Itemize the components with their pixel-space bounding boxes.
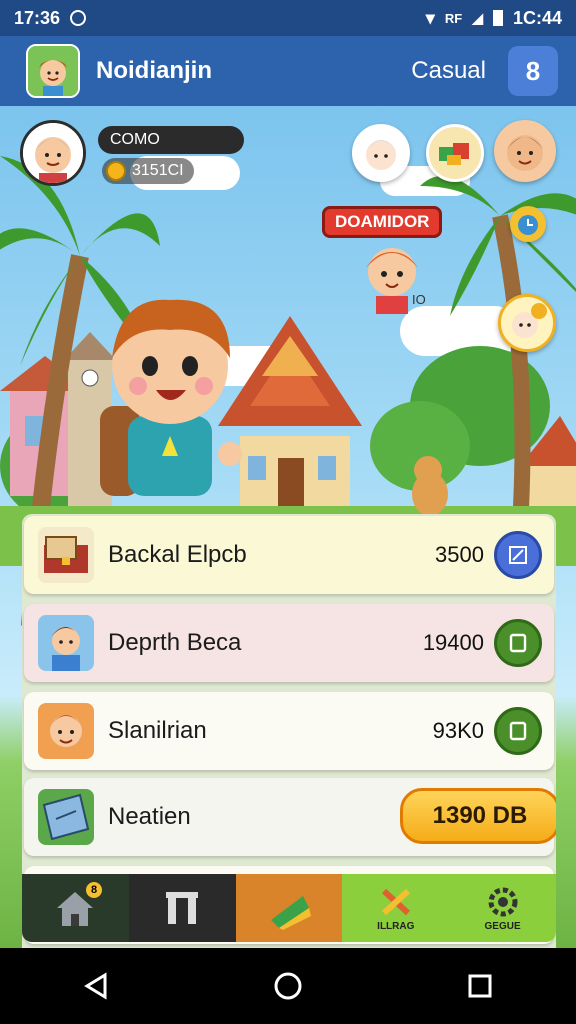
edit-icon (509, 546, 527, 564)
nav-home[interactable]: 8 (22, 874, 129, 942)
home-circle-icon[interactable] (273, 971, 303, 1001)
item-name: Deprth Beca (108, 629, 242, 656)
nav-label: GEGUE (484, 920, 521, 932)
edit-button[interactable] (494, 531, 542, 579)
reward-avatar[interactable] (498, 294, 556, 352)
nav-badge: 8 (86, 882, 102, 898)
card-icon (509, 721, 527, 741)
event-banner[interactable]: DOAMIDOR (322, 206, 443, 238)
scene-label: IO (412, 292, 426, 307)
coin-count: 3151CI (132, 162, 184, 179)
friend-avatar[interactable] (352, 124, 410, 182)
system-nav-bar (0, 948, 576, 1024)
nav-settings[interactable]: GEGUE (449, 874, 556, 942)
back-icon[interactable] (81, 971, 111, 1001)
flag-icon (270, 896, 311, 930)
confirm-button[interactable] (494, 707, 542, 755)
notification-icon (70, 10, 87, 26)
coin-icon (106, 161, 126, 181)
card-icon (509, 633, 527, 653)
level-badge[interactable]: 8 (508, 46, 558, 96)
item-name: Slanilrian (108, 717, 207, 744)
friend-avatar[interactable] (494, 120, 556, 182)
list-item[interactable]: Backal Elpcb 3500 (24, 516, 554, 594)
item-price: 19400 (422, 630, 484, 655)
player-coins: 3151CI (102, 158, 194, 184)
app-bar: Noidianjin Casual 8 (0, 36, 576, 106)
gift-bundle-icon[interactable] (426, 124, 484, 182)
signal-icon: ◢ (472, 9, 483, 26)
character-thumbnail (38, 703, 94, 759)
alarm-icon[interactable] (510, 206, 546, 242)
list-item[interactable]: Deprth Beca 19400 (24, 604, 554, 682)
network-indicator: RF (444, 10, 463, 26)
nav-label: ILLRAG (377, 920, 415, 932)
item-name: Backal Elpcb (108, 541, 247, 568)
status-clock-right: 1C:44 (512, 7, 562, 28)
player-name: COMO (98, 126, 244, 154)
item-price: 93K0 (432, 718, 484, 743)
bottom-nav: 8 ILLRAG GEGUE (22, 874, 556, 942)
recents-icon[interactable] (465, 971, 495, 1001)
game-scene: COMO 3151CI DOAMIDOR IO Backal Elpcb 350… (0, 106, 576, 948)
gear-icon (488, 887, 518, 916)
app-category[interactable]: Casual (411, 57, 486, 85)
chest-thumbnail (38, 527, 94, 583)
status-time: 17:36 (14, 7, 61, 28)
nav-gate[interactable] (128, 874, 236, 942)
battery-icon (492, 10, 503, 26)
wifi-icon: ▾ (425, 7, 435, 28)
list-item[interactable]: Neatien 1390 DB (24, 778, 556, 856)
tools-icon (381, 888, 410, 915)
status-bar: 17:36 ▾ RF ◢ 1C:44 (0, 0, 576, 36)
buy-button[interactable]: 1390 DB (400, 788, 556, 844)
list-item[interactable]: Slanilrian 93K0 (24, 692, 554, 770)
gate-icon (166, 892, 199, 924)
nav-flag[interactable] (235, 874, 343, 942)
item-price: 3500 (435, 542, 484, 567)
hero-character[interactable] (90, 286, 260, 516)
app-icon[interactable] (26, 44, 80, 98)
nav-tools[interactable]: ILLRAG (342, 874, 450, 942)
player-avatar[interactable] (20, 120, 86, 186)
confirm-button[interactable] (494, 619, 542, 667)
book-thumbnail (38, 789, 94, 845)
character-thumbnail (38, 615, 94, 671)
app-title: Noidianjin (96, 57, 212, 84)
